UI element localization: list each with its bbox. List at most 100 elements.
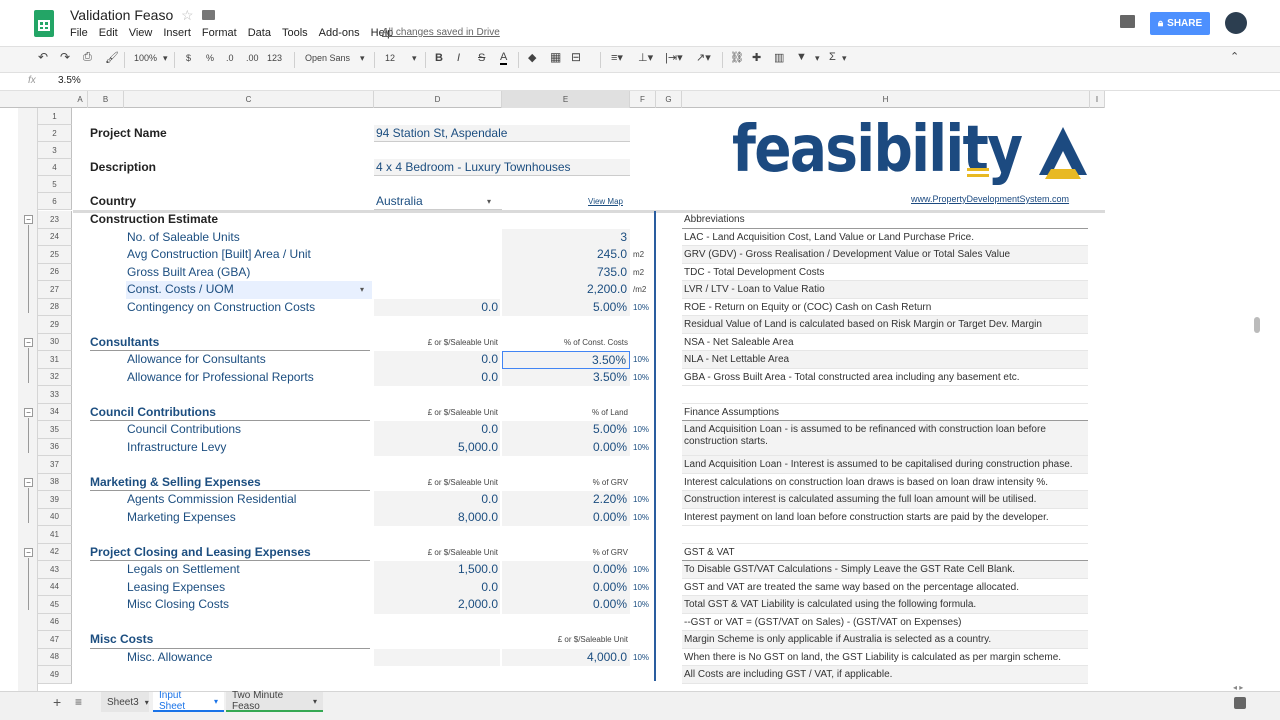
undo-icon[interactable]: ↶ xyxy=(38,50,48,64)
star-icon[interactable]: ☆ xyxy=(181,7,194,24)
menu-data[interactable]: Data xyxy=(248,27,271,39)
column-header-i[interactable]: I xyxy=(1090,91,1105,108)
row-header[interactable]: 35 xyxy=(38,421,72,439)
collapse-group-icon[interactable]: − xyxy=(24,337,33,347)
vertical-scrollbar[interactable] xyxy=(1254,317,1260,333)
row-header[interactable]: 37 xyxy=(38,456,72,474)
link-icon[interactable]: ⛓︎ xyxy=(730,51,744,64)
chevron-down-icon[interactable]: ▾ xyxy=(214,697,218,706)
unit-value-cell[interactable]: 0.0 xyxy=(374,421,500,439)
collapse-group-icon[interactable]: − xyxy=(24,407,33,417)
value-cell[interactable]: 2,200.0 xyxy=(502,281,630,299)
value-cell[interactable]: 4,000.0 xyxy=(502,648,630,666)
chevron-down-icon[interactable]: ▾ xyxy=(145,698,149,707)
unit-value-cell[interactable]: 1,500.0 xyxy=(374,561,500,579)
row-header[interactable]: 2 xyxy=(38,125,72,142)
currency-button[interactable]: $ xyxy=(186,53,191,63)
row-header[interactable]: 49 xyxy=(38,666,72,684)
row-header[interactable]: 6 xyxy=(38,193,72,210)
unit-value-cell[interactable]: 0.0 xyxy=(374,368,500,386)
row-header[interactable]: 32 xyxy=(38,368,72,386)
row-header[interactable]: 46 xyxy=(38,613,72,631)
value-cell[interactable]: 0.00% xyxy=(502,438,630,456)
row-header[interactable]: 39 xyxy=(38,491,72,509)
strikethrough-button[interactable]: S xyxy=(478,52,485,64)
sheet-tab[interactable]: Input Sheet ▾ xyxy=(153,690,224,712)
insert-chart-icon[interactable]: ▥ xyxy=(774,51,784,64)
font-size-select[interactable]: 12 xyxy=(385,53,395,63)
value-cell[interactable]: 5.00% xyxy=(502,298,630,316)
value-cell[interactable]: 245.0 xyxy=(502,246,630,264)
value-cell[interactable]: 2.20% xyxy=(502,491,630,509)
row-header[interactable]: 36 xyxy=(38,438,72,456)
text-color-button[interactable]: A xyxy=(500,51,508,65)
row-header[interactable]: 1 xyxy=(38,108,72,125)
value-cell[interactable]: 735.0 xyxy=(502,263,630,281)
italic-button[interactable]: I xyxy=(457,52,460,64)
menu-view[interactable]: View xyxy=(129,27,153,39)
row-header[interactable]: 47 xyxy=(38,631,72,649)
value-cell[interactable]: 0.00% xyxy=(502,561,630,579)
percent-button[interactable]: % xyxy=(206,53,214,63)
borders-icon[interactable]: ▦ xyxy=(550,50,561,64)
formula-input[interactable]: 3.5% xyxy=(58,75,81,86)
fill-color-icon[interactable]: ◆ xyxy=(528,51,536,64)
row-header[interactable]: 40 xyxy=(38,508,72,526)
zoom-select[interactable]: 100% xyxy=(134,53,157,63)
chevron-down-icon[interactable]: ▾ xyxy=(313,697,317,706)
chevron-down-icon[interactable]: ▾ xyxy=(487,193,499,210)
add-sheet-icon[interactable]: + xyxy=(53,694,61,710)
frozen-rows-divider[interactable] xyxy=(73,210,1105,213)
row-header[interactable]: 28 xyxy=(38,298,72,316)
unit-value-cell[interactable]: 0.0 xyxy=(374,491,500,509)
column-header-c[interactable]: C xyxy=(124,91,374,108)
row-header[interactable]: 44 xyxy=(38,578,72,596)
menu-format[interactable]: Format xyxy=(202,27,237,39)
menu-edit[interactable]: Edit xyxy=(99,27,118,39)
row-header[interactable]: 41 xyxy=(38,526,72,544)
collapse-group-icon[interactable]: − xyxy=(24,477,33,487)
sheets-logo-icon[interactable] xyxy=(34,10,54,37)
text-wrap-icon[interactable]: |⇥▾ xyxy=(665,51,683,64)
row-header[interactable]: 24 xyxy=(38,228,72,246)
row-header[interactable]: 26 xyxy=(38,263,72,281)
website-link[interactable]: www.PropertyDevelopmentSystem.com xyxy=(911,194,1069,204)
print-icon[interactable]: ⎙ xyxy=(83,51,92,64)
redo-icon[interactable]: ↷ xyxy=(60,50,70,64)
increase-decimal-button[interactable]: .00 xyxy=(246,53,259,63)
menu-addons[interactable]: Add-ons xyxy=(319,27,360,39)
row-header[interactable]: 38 xyxy=(38,473,72,491)
row-header[interactable]: 43 xyxy=(38,561,72,579)
value-cell[interactable]: 3.50% xyxy=(502,368,630,386)
row-header[interactable]: 27 xyxy=(38,281,72,299)
horizontal-scroll-arrows[interactable]: ◂ ▸ xyxy=(1233,683,1243,691)
value-cell[interactable]: 5.00% xyxy=(502,421,630,439)
collapse-group-icon[interactable]: − xyxy=(24,547,33,557)
column-header-g[interactable]: G xyxy=(656,91,682,108)
bold-button[interactable]: B xyxy=(435,52,443,64)
row-header[interactable]: 42 xyxy=(38,543,72,561)
row-header[interactable]: 29 xyxy=(38,316,72,334)
collapse-group-icon[interactable]: − xyxy=(24,215,33,224)
unit-value-cell[interactable] xyxy=(374,648,500,666)
value-cell[interactable]: 0.00% xyxy=(502,508,630,526)
column-header-d[interactable]: D xyxy=(374,91,502,108)
collapse-menu-icon[interactable]: ⌃ xyxy=(1230,50,1239,63)
row-header[interactable]: 33 xyxy=(38,386,72,404)
column-header-e[interactable]: E xyxy=(502,91,630,108)
share-button[interactable]: 🔒︎ SHARE xyxy=(1150,12,1210,35)
unit-value-cell[interactable]: 0.0 xyxy=(374,351,500,369)
avatar[interactable] xyxy=(1225,12,1247,34)
folder-icon[interactable] xyxy=(202,10,215,20)
unit-value-cell[interactable]: 0.0 xyxy=(374,578,500,596)
row-header[interactable]: 23 xyxy=(38,211,72,229)
header-value-input[interactable]: Australia xyxy=(374,193,502,210)
row-header[interactable]: 5 xyxy=(38,176,72,193)
column-header-h[interactable]: H xyxy=(682,91,1090,108)
row-header[interactable]: 48 xyxy=(38,648,72,666)
unit-value-cell[interactable]: 2,000.0 xyxy=(374,596,500,614)
all-sheets-icon[interactable]: ≡ xyxy=(75,695,82,709)
row-header[interactable]: 30 xyxy=(38,333,72,351)
header-value-input[interactable]: 4 x 4 Bedroom - Luxury Townhouses xyxy=(374,159,630,176)
row-header[interactable]: 3 xyxy=(38,142,72,159)
